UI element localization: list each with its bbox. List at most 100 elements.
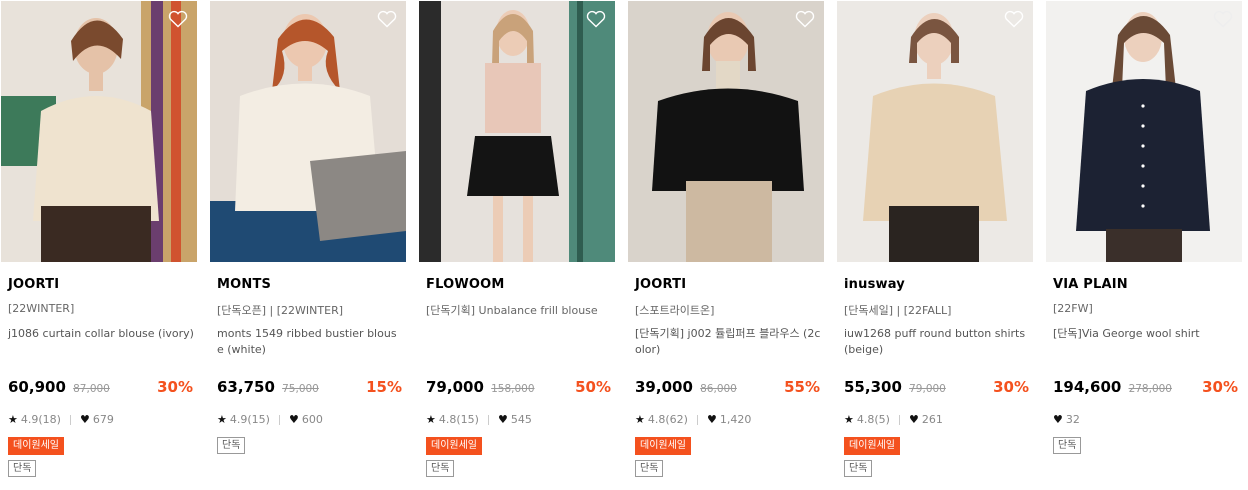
product-grid: JOORTI [22WINTER] j1086 curtain collar b… [0, 0, 1248, 490]
product-name[interactable]: iuw1268 puff round button shirts (beige) [844, 326, 1030, 358]
rating: 4.8(5) [856, 413, 890, 426]
star-icon: ★ [426, 413, 436, 426]
product-stats: ★ 4.8(5) ♥ 261 [844, 413, 943, 426]
wishlist-heart-icon[interactable] [795, 10, 815, 28]
brand-name[interactable]: inusway [844, 277, 905, 292]
discount-rate: 30% [1202, 378, 1238, 396]
brand-name[interactable]: MONTS [217, 277, 271, 292]
exclusive-badge: 단독 [635, 460, 664, 477]
wishlist-heart-icon[interactable] [1004, 10, 1024, 28]
product-stats: ★ 4.8(15) ♥ 545 [426, 413, 532, 426]
discount-rate: 30% [993, 378, 1029, 396]
product-image[interactable] [1, 1, 197, 262]
star-icon: ★ [8, 413, 18, 426]
exclusive-badge: 단독 [1053, 437, 1082, 454]
star-icon: ★ [844, 413, 854, 426]
price: 55,300 79,000 [844, 378, 946, 396]
product-name[interactable]: [단독]Via George wool shirt [1053, 326, 1239, 342]
original-price: 278,000 [1128, 383, 1172, 395]
heart-filled-icon: ♥ [79, 413, 90, 426]
product-name[interactable]: monts 1549 ribbed bustier blouse (white) [217, 326, 403, 358]
original-price: 75,000 [282, 383, 319, 395]
sale-badge: 데이원세일 [426, 437, 482, 455]
product-card[interactable]: FLOWOOM [단독기획] Unbalance frill blouse 79… [419, 0, 615, 490]
product-name[interactable]: [단독기획] j002 튤립퍼프 블라우스 (2color) [635, 326, 821, 358]
product-card[interactable]: JOORTI [스포트라이트온] [단독기획] j002 튤립퍼프 블라우스 (… [628, 0, 824, 490]
star-icon: ★ [217, 413, 227, 426]
divider [696, 414, 698, 425]
discount-rate: 30% [157, 378, 193, 396]
product-tag: [22FW] [1053, 302, 1093, 315]
like-count: 261 [921, 413, 943, 426]
like-count: 545 [510, 413, 532, 426]
product-card[interactable]: inusway [단독세일] | [22FALL] iuw1268 puff r… [837, 0, 1033, 490]
divider [898, 414, 900, 425]
sale-badge: 데이원세일 [844, 437, 900, 455]
original-price: 87,000 [73, 383, 110, 395]
product-image[interactable] [419, 1, 615, 262]
brand-name[interactable]: JOORTI [635, 277, 686, 292]
wishlist-heart-icon[interactable] [377, 10, 397, 28]
like-count: 1,420 [719, 413, 752, 426]
heart-filled-icon: ♥ [1053, 413, 1063, 426]
product-stats: ★ 4.8(62) ♥ 1,420 [635, 413, 751, 426]
product-stats: ♥ 32 [1053, 413, 1080, 426]
star-icon: ★ [635, 413, 645, 426]
discount-rate: 55% [784, 378, 820, 396]
wishlist-heart-icon[interactable] [1213, 10, 1233, 28]
sale-price: 55,300 [844, 378, 902, 396]
product-stats: ★ 4.9(18) ♥ 679 [8, 413, 114, 426]
price: 60,900 87,000 [8, 378, 110, 396]
rating: 4.9(18) [20, 413, 61, 426]
sale-price: 194,600 [1053, 378, 1122, 396]
original-price: 79,000 [909, 383, 946, 395]
product-card[interactable]: MONTS [단독오픈] | [22WINTER] monts 1549 rib… [210, 0, 406, 490]
product-stats: ★ 4.9(15) ♥ 600 [217, 413, 323, 426]
price: 39,000 86,000 [635, 378, 737, 396]
wishlist-heart-icon[interactable] [586, 10, 606, 28]
product-tag: [단독기획] Unbalance frill blouse [426, 304, 598, 317]
heart-filled-icon: ♥ [908, 413, 919, 426]
sale-price: 79,000 [426, 378, 484, 396]
discount-rate: 50% [575, 378, 611, 396]
product-image[interactable] [210, 1, 406, 262]
product-tag: [단독세일] | [22FALL] [844, 304, 952, 317]
product-name[interactable]: j1086 curtain collar blouse (ivory) [8, 326, 194, 342]
exclusive-badge: 단독 [426, 460, 455, 477]
brand-name[interactable]: VIA PLAIN [1053, 277, 1128, 292]
brand-name[interactable]: FLOWOOM [426, 277, 505, 292]
heart-filled-icon: ♥ [706, 413, 717, 426]
heart-filled-icon: ♥ [288, 413, 299, 426]
divider [278, 414, 280, 425]
product-image[interactable] [837, 1, 1033, 262]
divider [69, 414, 71, 425]
price: 63,750 75,000 [217, 378, 319, 396]
product-tag: [스포트라이트온] [635, 304, 715, 317]
like-count: 679 [92, 413, 114, 426]
sale-badge: 데이원세일 [635, 437, 691, 455]
product-tag: [22WINTER] [8, 302, 75, 315]
original-price: 86,000 [700, 383, 737, 395]
sale-price: 63,750 [217, 378, 275, 396]
rating: 4.8(62) [647, 413, 688, 426]
like-count: 600 [301, 413, 323, 426]
sale-price: 60,900 [8, 378, 66, 396]
rating: 4.9(15) [229, 413, 270, 426]
product-image[interactable] [628, 1, 824, 262]
wishlist-heart-icon[interactable] [168, 10, 188, 28]
discount-rate: 15% [366, 378, 402, 396]
product-card[interactable]: VIA PLAIN [22FW] [단독]Via George wool shi… [1046, 0, 1242, 490]
rating: 4.8(15) [438, 413, 479, 426]
like-count: 32 [1065, 413, 1080, 426]
brand-name[interactable]: JOORTI [8, 277, 59, 292]
product-image[interactable] [1046, 1, 1242, 262]
exclusive-badge: 단독 [217, 437, 246, 454]
product-tag: [단독오픈] | [22WINTER] [217, 304, 344, 317]
original-price: 158,000 [491, 383, 535, 395]
heart-filled-icon: ♥ [497, 413, 508, 426]
exclusive-badge: 단독 [8, 460, 37, 477]
sale-price: 39,000 [635, 378, 693, 396]
product-card[interactable]: JOORTI [22WINTER] j1086 curtain collar b… [1, 0, 197, 490]
price: 194,600 278,000 [1053, 378, 1172, 396]
sale-badge: 데이원세일 [8, 437, 64, 455]
